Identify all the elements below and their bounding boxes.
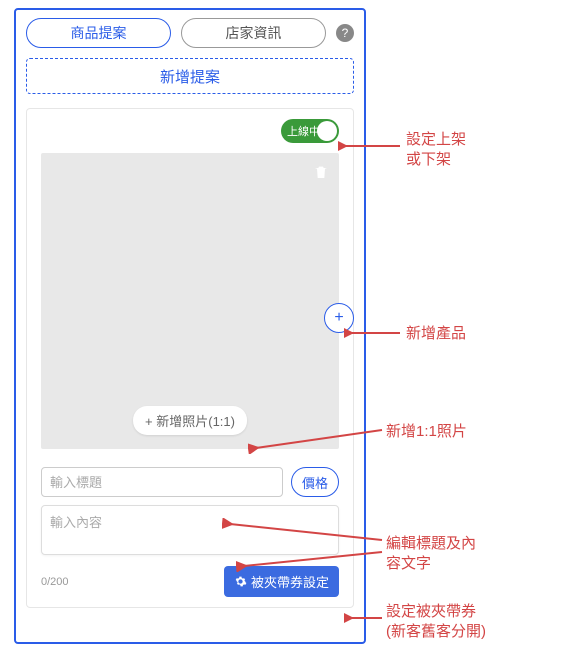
help-glyph: ? (342, 26, 349, 40)
new-proposal-label: 新增提案 (160, 66, 220, 87)
help-icon[interactable]: ? (336, 24, 354, 42)
photo-upload-area[interactable]: + 新增照片(1:1) + (41, 153, 339, 449)
annotation-online: 設定上架 或下架 (406, 130, 466, 171)
content-input[interactable] (41, 505, 339, 555)
annotation-add-product: 新增產品 (406, 324, 466, 344)
plus-icon: + (334, 309, 343, 327)
toggle-knob (317, 121, 337, 141)
price-button[interactable]: 價格 (291, 467, 339, 497)
bottom-row: 0/200 被夾帶券設定 (41, 566, 339, 597)
tab-product-proposal[interactable]: 商品提案 (26, 18, 171, 48)
coupon-settings-button[interactable]: 被夾帶券設定 (224, 566, 339, 597)
add-photo-label: + 新增照片(1:1) (145, 414, 235, 429)
toggle-row: 上線中 (41, 119, 339, 143)
title-price-row: 價格 (41, 467, 339, 497)
annotation-edit-text: 編輯標題及內 容文字 (386, 534, 476, 575)
price-label: 價格 (302, 473, 328, 492)
annotation-add-photo: 新增1:1照片 (386, 422, 467, 442)
toggle-label: 上線中 (287, 123, 320, 139)
annotation-coupon: 設定被夾帶券 (新客舊客分開) (386, 602, 486, 643)
tab-label: 商品提案 (71, 23, 127, 43)
new-proposal-button[interactable]: 新增提案 (26, 58, 354, 94)
tab-store-info[interactable]: 店家資訊 (181, 18, 326, 48)
trash-icon[interactable] (313, 163, 329, 181)
tabs-row: 商品提案 店家資訊 ? (26, 18, 354, 48)
add-product-button[interactable]: + (324, 303, 354, 333)
proposal-card: 上線中 + 新增照片(1:1) + 價格 0/200 (26, 108, 354, 608)
online-toggle[interactable]: 上線中 (281, 119, 339, 143)
title-input[interactable] (41, 467, 283, 497)
char-count: 0/200 (41, 576, 69, 588)
gear-icon (234, 575, 247, 588)
coupon-label: 被夾帶券設定 (251, 572, 329, 591)
tab-label: 店家資訊 (226, 23, 282, 43)
add-photo-button[interactable]: + 新增照片(1:1) (133, 406, 247, 435)
app-frame: 商品提案 店家資訊 ? 新增提案 上線中 + 新增照片(1:1) + (14, 8, 366, 644)
